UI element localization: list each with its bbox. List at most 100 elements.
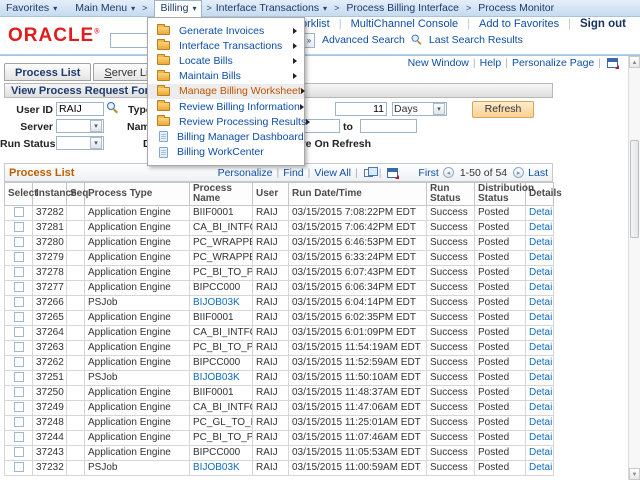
run-status-select[interactable]: ▾	[56, 136, 104, 150]
view-all-link[interactable]: View All	[314, 167, 351, 179]
details-link[interactable]: Details	[529, 372, 554, 383]
row-select-checkbox[interactable]	[14, 387, 24, 397]
new-window-link[interactable]: New Window	[408, 57, 469, 69]
menu-item[interactable]: Manage Billing Worksheet	[148, 84, 304, 99]
details-link[interactable]: Details	[529, 297, 554, 308]
details-link[interactable]: Details	[529, 462, 554, 473]
days-select[interactable]: Days▾	[392, 102, 447, 116]
link-add-to-favorites[interactable]: Add to Favorites	[479, 18, 559, 30]
row-select-checkbox[interactable]	[14, 207, 24, 217]
run-datetime-cell: 03/15/2015 11:00:59AM EDT	[289, 461, 427, 476]
details-link[interactable]: Details	[529, 282, 554, 293]
process-name-cell: PC_BI_TO_PC	[193, 342, 253, 353]
copy-url-icon[interactable]	[607, 58, 618, 68]
details-link[interactable]: Details	[529, 387, 554, 398]
distribution-status-cell: Posted	[475, 356, 526, 371]
breadcrumb-main-menu[interactable]: Main Menu▾	[75, 2, 135, 14]
user-id-input[interactable]	[56, 102, 104, 116]
row-select-checkbox[interactable]	[14, 297, 24, 307]
row-select-checkbox[interactable]	[14, 252, 24, 262]
instance-cell: 37243	[33, 446, 67, 461]
details-link[interactable]: Details	[529, 327, 554, 338]
menu-item[interactable]: Review Processing Results	[148, 114, 304, 129]
details-link[interactable]: Details	[529, 237, 554, 248]
details-link[interactable]: Details	[529, 267, 554, 278]
process-name-cell[interactable]: BIJOB03K	[193, 372, 240, 383]
previous-page-icon[interactable]: ◂	[443, 167, 454, 178]
details-link[interactable]: Details	[529, 207, 554, 218]
menu-item[interactable]: Maintain Bills	[148, 69, 304, 84]
last-link[interactable]: Last	[528, 167, 548, 179]
user-id-lookup-icon[interactable]	[107, 102, 119, 114]
row-select-checkbox[interactable]	[14, 447, 24, 457]
breadcrumb: Favorites▾ Main Menu▾ > Billing▾ > Inter…	[0, 0, 640, 17]
row-select-checkbox[interactable]	[14, 432, 24, 442]
details-link[interactable]: Details	[529, 417, 554, 428]
breadcrumb-billing[interactable]: Billing▾	[154, 0, 202, 17]
details-link[interactable]: Details	[529, 402, 554, 413]
menu-item[interactable]: Generate Invoices	[148, 23, 304, 38]
find-link[interactable]: Find	[283, 167, 303, 179]
seq-cell	[67, 266, 85, 281]
row-select-checkbox[interactable]	[14, 267, 24, 277]
details-link[interactable]: Details	[529, 357, 554, 368]
row-select-checkbox[interactable]	[14, 462, 24, 472]
scroll-down-icon[interactable]: ▼	[629, 468, 640, 480]
menu-item[interactable]: Billing WorkCenter	[148, 145, 304, 160]
personalize-page-link[interactable]: Personalize Page	[512, 57, 594, 69]
process-name-cell[interactable]: BIJOB03K	[193, 462, 240, 473]
table-row: 37282 Application Engine BIIF0001 RAIJ 0…	[5, 206, 554, 221]
breadcrumb-process-billing-interface[interactable]: Process Billing Interface	[346, 2, 459, 14]
instance-cell: 37281	[33, 221, 67, 236]
instance-to-input[interactable]	[360, 119, 417, 133]
zoom-grid-icon[interactable]	[364, 169, 373, 177]
scroll-up-icon[interactable]: ▲	[629, 56, 640, 68]
menu-item[interactable]: Interface Transactions	[148, 38, 304, 53]
row-select-checkbox[interactable]	[14, 282, 24, 292]
row-select-checkbox[interactable]	[14, 222, 24, 232]
scrollbar-thumb[interactable]	[630, 140, 639, 238]
to-label: to	[343, 121, 353, 133]
details-link[interactable]: Details	[529, 222, 554, 233]
download-to-excel-icon[interactable]	[387, 168, 398, 178]
row-select-checkbox[interactable]	[14, 312, 24, 322]
sign-out-link[interactable]: Sign out	[580, 18, 626, 30]
row-range: 1-50 of 54	[460, 167, 507, 179]
row-select-checkbox[interactable]	[14, 327, 24, 337]
breadcrumb-favorites[interactable]: Favorites▾	[6, 2, 57, 14]
row-select-checkbox[interactable]	[14, 417, 24, 427]
breadcrumb-process-monitor[interactable]: Process Monitor	[478, 2, 554, 14]
folder-icon	[157, 72, 170, 81]
details-link[interactable]: Details	[529, 447, 554, 458]
tab-process-list[interactable]: Process List	[4, 63, 91, 81]
personalize-link[interactable]: Personalize	[218, 167, 273, 179]
details-link[interactable]: Details	[529, 432, 554, 443]
details-link[interactable]: Details	[529, 312, 554, 323]
breadcrumb-separator: >	[206, 3, 211, 13]
menu-item[interactable]: Review Billing Information	[148, 99, 304, 114]
process-name-cell: BIIF0001	[193, 387, 234, 398]
row-select-checkbox[interactable]	[14, 402, 24, 412]
server-select[interactable]: ▾	[56, 119, 104, 133]
refresh-button[interactable]: Refresh	[472, 101, 534, 118]
link-multichannel-console[interactable]: MultiChannel Console	[351, 18, 459, 30]
row-select-checkbox[interactable]	[14, 237, 24, 247]
submenu-arrow-icon	[293, 28, 297, 34]
row-select-checkbox[interactable]	[14, 342, 24, 352]
first-link[interactable]: First	[418, 167, 438, 179]
run-status-cell: Success	[427, 401, 475, 416]
next-page-icon[interactable]: ▸	[513, 167, 524, 178]
menu-item[interactable]: Locate Bills	[148, 53, 304, 68]
details-link[interactable]: Details	[529, 252, 554, 263]
help-link[interactable]: Help	[480, 57, 502, 69]
row-select-checkbox[interactable]	[14, 357, 24, 367]
vertical-scrollbar[interactable]: ▲ ▼	[628, 56, 640, 480]
process-name-cell[interactable]: BIJOB03K	[193, 297, 240, 308]
breadcrumb-interface-transactions[interactable]: Interface Transactions▾	[216, 2, 327, 14]
last-search-results-link[interactable]: Last Search Results	[429, 34, 523, 46]
menu-item[interactable]: Billing Manager Dashboard	[148, 129, 304, 144]
details-link[interactable]: Details	[529, 342, 554, 353]
last-count-input[interactable]	[335, 102, 387, 116]
advanced-search-link[interactable]: Advanced Search	[322, 34, 405, 46]
row-select-checkbox[interactable]	[14, 372, 24, 382]
